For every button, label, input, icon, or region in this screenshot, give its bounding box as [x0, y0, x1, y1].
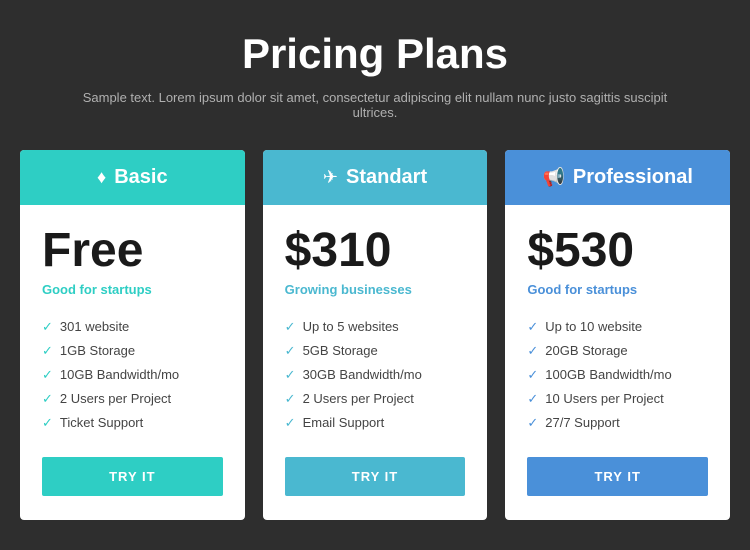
list-item: ✓Ticket Support — [42, 411, 223, 435]
plan-card-basic: ♦ Basic Free Good for startups ✓301 webs… — [20, 150, 245, 520]
check-icon: ✓ — [285, 343, 296, 359]
list-item: ✓2 Users per Project — [285, 387, 466, 411]
standart-name: Standart — [346, 166, 427, 189]
plan-header-professional: 📢 Professional — [505, 150, 730, 205]
check-icon: ✓ — [285, 319, 296, 335]
basic-price: Free — [42, 225, 143, 278]
check-icon: ✓ — [527, 391, 538, 407]
check-icon: ✓ — [42, 319, 53, 335]
basic-try-button[interactable]: TRY IT — [42, 457, 223, 496]
check-icon: ✓ — [285, 391, 296, 407]
check-icon: ✓ — [42, 391, 53, 407]
check-icon: ✓ — [527, 319, 538, 335]
basic-features: ✓301 website ✓1GB Storage ✓10GB Bandwidt… — [42, 315, 223, 435]
professional-name: Professional — [573, 166, 693, 189]
list-item: ✓20GB Storage — [527, 339, 708, 363]
basic-tagline: Good for startups — [42, 282, 152, 297]
plan-header-standart: ✈ Standart — [263, 150, 488, 205]
basic-name: Basic — [114, 166, 167, 189]
page-title: Pricing Plans — [242, 30, 508, 78]
page-subtitle: Sample text. Lorem ipsum dolor sit amet,… — [75, 90, 675, 120]
check-icon: ✓ — [527, 367, 538, 383]
list-item: ✓10GB Bandwidth/mo — [42, 363, 223, 387]
professional-tagline: Good for startups — [527, 282, 637, 297]
list-item: ✓27/7 Support — [527, 411, 708, 435]
list-item: ✓10 Users per Project — [527, 387, 708, 411]
list-item: ✓1GB Storage — [42, 339, 223, 363]
standart-price: $310 — [285, 225, 392, 278]
check-icon: ✓ — [527, 415, 538, 431]
list-item: ✓301 website — [42, 315, 223, 339]
standart-icon: ✈ — [323, 167, 338, 188]
professional-body: $530 Good for startups ✓Up to 10 website… — [505, 205, 730, 520]
list-item: ✓2 Users per Project — [42, 387, 223, 411]
plan-card-professional: 📢 Professional $530 Good for startups ✓U… — [505, 150, 730, 520]
plans-container: ♦ Basic Free Good for startups ✓301 webs… — [20, 150, 730, 520]
professional-icon: 📢 — [542, 167, 564, 188]
plan-card-standart: ✈ Standart $310 Growing businesses ✓Up t… — [263, 150, 488, 520]
professional-try-button[interactable]: TRY IT — [527, 457, 708, 496]
list-item: ✓100GB Bandwidth/mo — [527, 363, 708, 387]
standart-body: $310 Growing businesses ✓Up to 5 website… — [263, 205, 488, 520]
list-item: ✓30GB Bandwidth/mo — [285, 363, 466, 387]
standart-tagline: Growing businesses — [285, 282, 412, 297]
check-icon: ✓ — [42, 343, 53, 359]
list-item: ✓Email Support — [285, 411, 466, 435]
check-icon: ✓ — [285, 367, 296, 383]
check-icon: ✓ — [42, 367, 53, 383]
check-icon: ✓ — [285, 415, 296, 431]
basic-icon: ♦ — [97, 167, 106, 188]
check-icon: ✓ — [42, 415, 53, 431]
basic-body: Free Good for startups ✓301 website ✓1GB… — [20, 205, 245, 520]
plan-header-basic: ♦ Basic — [20, 150, 245, 205]
professional-features: ✓Up to 10 website ✓20GB Storage ✓100GB B… — [527, 315, 708, 435]
list-item: ✓Up to 10 website — [527, 315, 708, 339]
standart-try-button[interactable]: TRY IT — [285, 457, 466, 496]
list-item: ✓Up to 5 websites — [285, 315, 466, 339]
list-item: ✓5GB Storage — [285, 339, 466, 363]
check-icon: ✓ — [527, 343, 538, 359]
professional-price: $530 — [527, 225, 634, 278]
standart-features: ✓Up to 5 websites ✓5GB Storage ✓30GB Ban… — [285, 315, 466, 435]
